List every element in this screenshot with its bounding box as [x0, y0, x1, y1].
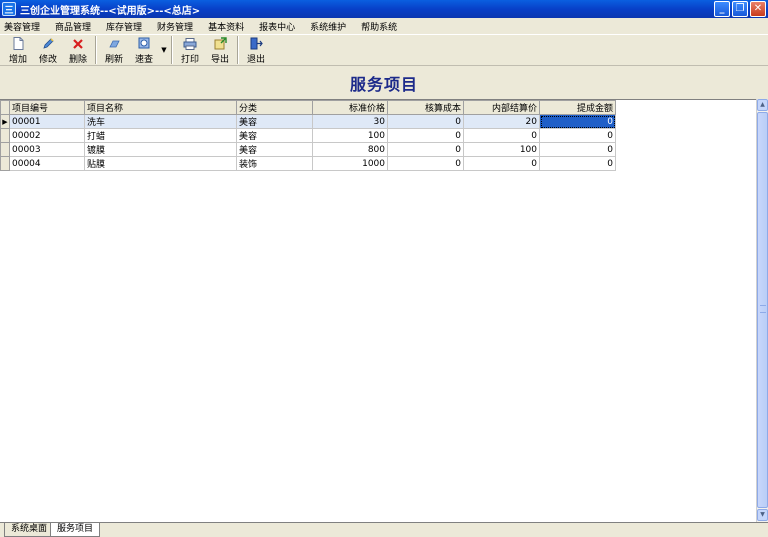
title-bar: 三 三创企业管理系统--<试用版>--<总店> _ ❐ ✕ [0, 0, 768, 18]
cell-name[interactable]: 贴膜 [84, 156, 237, 171]
window-title: 三创企业管理系统--<试用版>--<总店> [20, 5, 201, 17]
print-button[interactable]: 打印 [175, 35, 205, 65]
page-title: 服务项目 [349, 75, 418, 94]
exit-button[interactable]: 退出 [241, 35, 271, 65]
refresh-button[interactable]: 刷新 [99, 35, 129, 65]
cell-category[interactable]: 美容 [236, 128, 313, 143]
table-row[interactable]: 00004 贴膜 装饰 1000 0 0 0 [0, 156, 616, 171]
column-header-category[interactable]: 分类 [236, 100, 313, 115]
cell-name[interactable]: 打蜡 [84, 128, 237, 143]
printer-icon [183, 37, 197, 50]
pencil-icon [41, 37, 55, 50]
exit-door-icon [249, 37, 263, 50]
column-header-commission[interactable]: 提成金额 [539, 100, 616, 115]
cell-cost[interactable]: 0 [387, 142, 464, 157]
page-header: 服务项目 [0, 66, 768, 99]
refresh-icon [107, 37, 121, 50]
cell-cost[interactable]: 0 [387, 128, 464, 143]
cell-category[interactable]: 美容 [236, 114, 313, 129]
cell-internal-price[interactable]: 0 [463, 156, 540, 171]
column-header-name[interactable]: 项目名称 [84, 100, 237, 115]
cell-internal-price[interactable]: 20 [463, 114, 540, 129]
cell-category[interactable]: 美容 [236, 142, 313, 157]
cell-standard-price[interactable]: 1000 [312, 156, 388, 171]
menu-help[interactable]: 帮助系统 [357, 20, 408, 33]
cell-standard-price[interactable]: 100 [312, 128, 388, 143]
current-row-indicator-icon: ▶ [0, 114, 10, 129]
cell-name[interactable]: 镀膜 [84, 142, 237, 157]
menu-goods[interactable]: 商品管理 [51, 20, 102, 33]
cell-commission[interactable]: 0 [539, 156, 616, 171]
delete-x-icon [71, 37, 85, 50]
toolbar-separator [95, 36, 97, 64]
document-tab-bar: 系统桌面 服务项目 [0, 522, 768, 537]
grid-header-row: 项目编号 项目名称 分类 标准价格 核算成本 内部结算价 提成金额 [0, 100, 616, 115]
table-row[interactable]: 00003 镀膜 美容 800 0 100 0 [0, 142, 616, 157]
menu-beauty[interactable]: 美容管理 [0, 20, 51, 33]
cell-standard-price[interactable]: 800 [312, 142, 388, 157]
column-header-code[interactable]: 项目编号 [9, 100, 85, 115]
cell-commission[interactable]: 0 [539, 142, 616, 157]
menu-maintenance[interactable]: 系统维护 [306, 20, 357, 33]
scroll-up-arrow-icon[interactable]: ▲ [757, 99, 768, 111]
column-header-cost[interactable]: 核算成本 [387, 100, 464, 115]
restore-button[interactable]: ❐ [732, 1, 748, 17]
cell-code[interactable]: 00001 [9, 114, 85, 129]
cell-internal-price[interactable]: 100 [463, 142, 540, 157]
quick-search-dropdown[interactable]: ▼ [159, 35, 169, 65]
tab-service-items[interactable]: 服务项目 [50, 523, 101, 537]
toolbar: 增加 修改 删除 刷新 速查 ▼ 打印 导出 退出 [0, 34, 768, 66]
toolbar-separator [237, 36, 239, 64]
menu-finance[interactable]: 财务管理 [153, 20, 204, 33]
cell-code[interactable]: 00003 [9, 142, 85, 157]
delete-button[interactable]: 删除 [63, 35, 93, 65]
menu-basic-data[interactable]: 基本资料 [204, 20, 255, 33]
minimize-button[interactable]: _ [714, 1, 730, 17]
row-indicator [0, 156, 10, 171]
close-button[interactable]: ✕ [750, 1, 766, 17]
scroll-down-arrow-icon[interactable]: ▼ [757, 509, 768, 521]
export-icon [213, 37, 227, 50]
menu-bar: 美容管理 商品管理 库存管理 财务管理 基本资料 报表中心 系统维护 帮助系统 [0, 18, 768, 34]
scrollbar-grip-icon [760, 305, 766, 313]
column-header-internal-price[interactable]: 内部结算价 [463, 100, 540, 115]
quick-search-button[interactable]: 速查 [129, 35, 159, 65]
cell-commission[interactable]: 0 [539, 114, 616, 129]
cell-code[interactable]: 00004 [9, 156, 85, 171]
menu-reports[interactable]: 报表中心 [255, 20, 306, 33]
menu-inventory[interactable]: 库存管理 [102, 20, 153, 33]
table-row[interactable]: ▶ 00001 洗车 美容 30 0 20 0 [0, 114, 616, 129]
column-header-standard-price[interactable]: 标准价格 [312, 100, 388, 115]
tab-desktop[interactable]: 系统桌面 [4, 523, 55, 537]
cell-commission[interactable]: 0 [539, 128, 616, 143]
edit-button[interactable]: 修改 [33, 35, 63, 65]
search-icon [137, 37, 151, 50]
row-indicator-header [0, 100, 10, 115]
vertical-scrollbar[interactable]: ▲ ▼ [756, 99, 768, 522]
scrollbar-thumb[interactable] [757, 112, 768, 508]
add-button[interactable]: 增加 [3, 35, 33, 65]
cell-code[interactable]: 00002 [9, 128, 85, 143]
cell-standard-price[interactable]: 30 [312, 114, 388, 129]
toolbar-separator [171, 36, 173, 64]
row-indicator [0, 128, 10, 143]
export-button[interactable]: 导出 [205, 35, 235, 65]
table-row[interactable]: 00002 打蜡 美容 100 0 0 0 [0, 128, 616, 143]
app-icon: 三 [2, 2, 16, 16]
cell-cost[interactable]: 0 [387, 114, 464, 129]
cell-internal-price[interactable]: 0 [463, 128, 540, 143]
data-grid[interactable]: 项目编号 项目名称 分类 标准价格 核算成本 内部结算价 提成金额 ▶ 0000… [0, 99, 756, 522]
cell-cost[interactable]: 0 [387, 156, 464, 171]
cell-category[interactable]: 装饰 [236, 156, 313, 171]
row-indicator [0, 142, 10, 157]
new-document-icon [11, 37, 25, 50]
cell-name[interactable]: 洗车 [84, 114, 237, 129]
